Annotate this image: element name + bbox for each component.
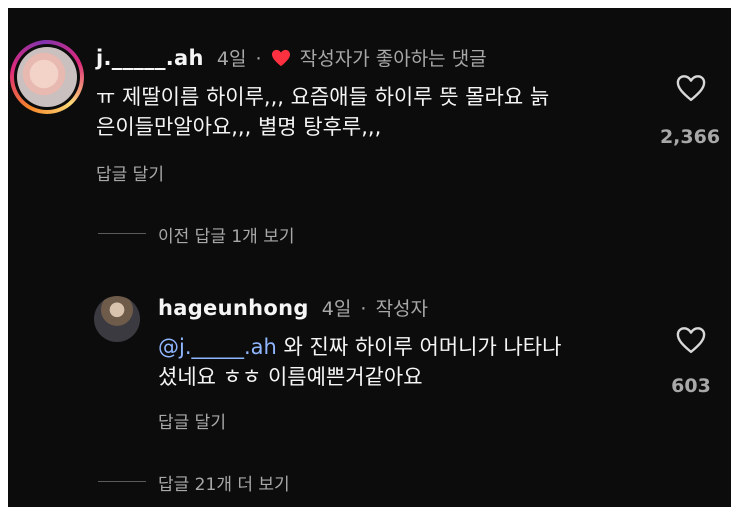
avatar-photo [17, 47, 77, 107]
comment-text: ㅠ 제딸이름 하이루,,, 요즘애들 하이루 뜻 몰라요 늙 은이들만알아요,,… [96, 82, 656, 142]
mention-link[interactable]: @j._____.ah [158, 335, 277, 359]
reply-text: @j._____.ah 와 진짜 하이루 어머니가 나타나 셨네요 ㅎㅎ 이름예… [158, 332, 658, 392]
divider-line [98, 233, 146, 234]
comment-reply-button[interactable]: 답글 달기 [96, 160, 164, 185]
view-more-replies-button[interactable]: 답글 21개 더 보기 [158, 470, 290, 495]
comment-time: 4일 [216, 48, 247, 70]
reply-time: 4일 [321, 298, 352, 320]
reply-text-line-2: 셨네요 ㅎㅎ 이름예쁜거같아요 [158, 365, 423, 389]
reply-username[interactable]: hageunhong [158, 296, 309, 320]
divider-line [98, 481, 146, 482]
separator-dot: · [360, 298, 367, 320]
comment-username[interactable]: j._____.ah [96, 46, 204, 70]
commenter-avatar[interactable] [10, 40, 84, 114]
comment-like-count: 2,366 [659, 126, 721, 148]
reply-header: hageunhong 4일 · 작성자 [158, 294, 428, 321]
separator-dot: · [255, 48, 262, 70]
author-badge: 작성자 [375, 298, 429, 320]
reply-reply-button[interactable]: 답글 달기 [158, 408, 226, 433]
comment-like-button[interactable] [676, 74, 706, 106]
reply-text-line-1: @j._____.ah 와 진짜 하이루 어머니가 나타나 [158, 335, 562, 359]
reply-like-button[interactable] [676, 326, 706, 358]
heart-outline-icon [676, 327, 706, 358]
author-liked-heart-icon [271, 49, 291, 71]
comment-text-line-1: ㅠ 제딸이름 하이루,,, 요즘애들 하이루 뜻 몰라요 늙 [96, 85, 550, 109]
author-liked-label: 작성자가 좋아하는 댓글 [299, 48, 487, 70]
reply-like-count: 603 [671, 375, 711, 397]
comment-header: j._____.ah 4일 · 작성자가 좋아하는 댓글 [96, 44, 487, 71]
replier-avatar[interactable] [94, 296, 140, 342]
view-previous-replies-button[interactable]: 이전 답글 1개 보기 [158, 222, 295, 247]
comments-panel: j._____.ah 4일 · 작성자가 좋아하는 댓글 ㅠ 제딸이름 하이루,… [8, 8, 731, 507]
heart-outline-icon [676, 75, 706, 106]
comment-text-line-2: 은이들만알아요,,, 별명 탕후루,,, [96, 115, 382, 139]
